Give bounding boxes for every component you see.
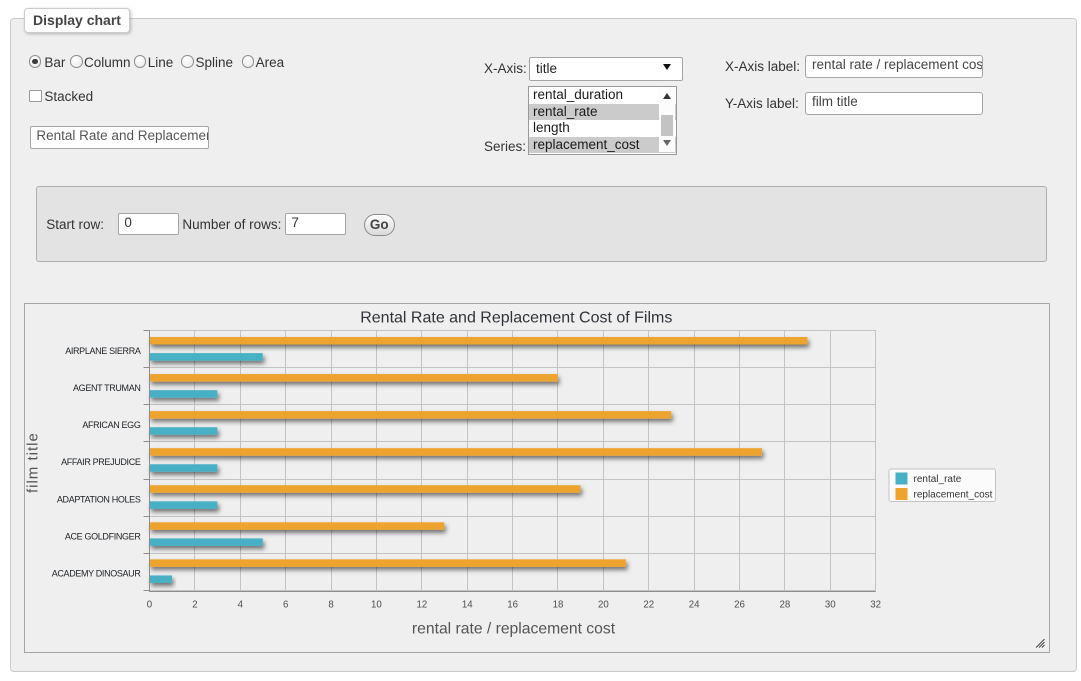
svg-text:2: 2 xyxy=(192,600,197,611)
svg-text:16: 16 xyxy=(507,600,518,611)
svg-text:6: 6 xyxy=(283,600,288,611)
svg-text:0: 0 xyxy=(147,600,153,611)
svg-text:ADAPTATION HOLES: ADAPTATION HOLES xyxy=(57,494,141,504)
svg-text:ACE GOLDFINGER: ACE GOLDFINGER xyxy=(65,531,141,541)
svg-text:10: 10 xyxy=(371,600,382,611)
svg-text:26: 26 xyxy=(734,600,745,611)
svg-text:12: 12 xyxy=(416,600,427,611)
svg-text:ACADEMY DINOSAUR: ACADEMY DINOSAUR xyxy=(52,568,142,578)
svg-text:32: 32 xyxy=(870,600,881,611)
svg-text:28: 28 xyxy=(780,600,791,611)
svg-text:AGENT TRUMAN: AGENT TRUMAN xyxy=(73,383,140,393)
svg-text:8: 8 xyxy=(328,600,333,611)
svg-text:4: 4 xyxy=(238,600,244,611)
svg-text:rental rate / replacement cost: rental rate / replacement cost xyxy=(412,621,616,638)
svg-text:14: 14 xyxy=(462,600,473,611)
svg-text:rental_rate: rental_rate xyxy=(914,474,962,485)
svg-text:20: 20 xyxy=(598,600,609,611)
svg-text:22: 22 xyxy=(643,600,654,611)
svg-text:AFRICAN EGG: AFRICAN EGG xyxy=(82,420,141,430)
svg-text:AIRPLANE SIERRA: AIRPLANE SIERRA xyxy=(65,346,141,356)
svg-text:AFFAIR PREJUDICE: AFFAIR PREJUDICE xyxy=(61,457,141,467)
svg-text:18: 18 xyxy=(553,600,564,611)
svg-text:30: 30 xyxy=(825,600,836,611)
svg-text:replacement_cost: replacement_cost xyxy=(914,490,993,501)
svg-text:24: 24 xyxy=(689,600,700,611)
svg-text:film title: film title xyxy=(25,432,42,493)
svg-text:Rental Rate and Replacement Co: Rental Rate and Replacement Cost of Film… xyxy=(360,310,672,327)
